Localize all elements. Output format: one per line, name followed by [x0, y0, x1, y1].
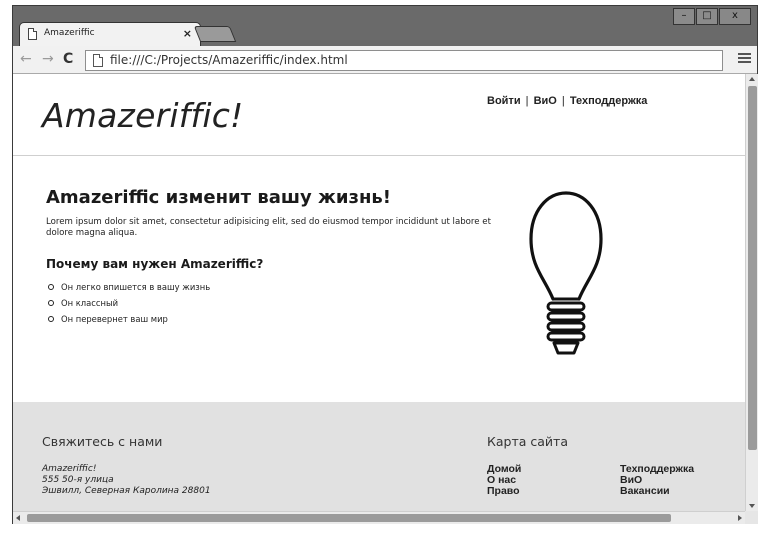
- maximize-button[interactable]: □: [696, 8, 718, 25]
- address-bar[interactable]: file:///C:/Projects/Amazeriffic/index.ht…: [85, 50, 723, 71]
- main-content: Amazeriffic изменит вашу жизнь! Lorem ip…: [13, 157, 745, 402]
- scroll-down-arrow-icon[interactable]: [749, 504, 755, 508]
- nav-separator: |: [561, 95, 565, 107]
- minimize-button[interactable]: –: [673, 8, 695, 25]
- site-header: Amazeriffic! Войти | ВиО | Техподдержка: [13, 74, 745, 156]
- contact-address: Amazeriffic! 555 50-я улица Эшвилл, Севе…: [42, 464, 211, 497]
- city-address: Эшвилл, Северная Каролина 28801: [42, 486, 211, 496]
- list-item: Он классный: [46, 295, 210, 311]
- browser-tab[interactable]: Amazeriffic ×: [19, 22, 201, 46]
- forward-arrow-icon[interactable]: →: [42, 51, 54, 67]
- vertical-scroll-thumb[interactable]: [748, 86, 757, 450]
- window-controls: – □ x: [673, 8, 751, 26]
- scrollbar-corner: [745, 511, 758, 524]
- page-icon: [93, 54, 103, 67]
- close-window-button[interactable]: x: [719, 8, 751, 25]
- list-item: Он перевернет ваш мир: [46, 311, 210, 327]
- browser-window: Amazeriffic × – □ x ← → C file:///C:/Pro…: [12, 5, 758, 524]
- reasons-list: Он легко впишется в вашу жизнь Он классн…: [46, 279, 210, 327]
- url-text[interactable]: file:///C:/Projects/Amazeriffic/index.ht…: [110, 53, 348, 67]
- street-address: 555 50-я улица: [42, 475, 114, 485]
- nav-link-faq[interactable]: ВиО: [534, 95, 557, 107]
- lightbulb-icon: [529, 191, 603, 355]
- scroll-up-arrow-icon[interactable]: [749, 77, 755, 81]
- lead-paragraph: Lorem ipsum dolor sit amet, consectetur …: [46, 217, 491, 238]
- nav-separator: |: [525, 95, 529, 107]
- sitemap-link-jobs[interactable]: Вакансии: [620, 486, 694, 497]
- site-footer: Свяжитесь с нами Amazeriffic! 555 50-я у…: [13, 402, 745, 511]
- horizontal-scrollbar[interactable]: [13, 511, 745, 524]
- sitemap-column: Техподдержка ВиО Вакансии: [620, 464, 694, 497]
- nav-link-support[interactable]: Техподдержка: [570, 95, 648, 107]
- new-tab-button[interactable]: [193, 26, 237, 42]
- sitemap-column: Домой О нас Право: [487, 464, 521, 497]
- vertical-scrollbar[interactable]: [745, 74, 758, 511]
- main-headline: Amazeriffic изменит вашу жизнь!: [46, 187, 391, 208]
- page-viewport: Amazeriffic! Войти | ВиО | Техподдержка …: [13, 74, 745, 511]
- scroll-left-arrow-icon[interactable]: [16, 515, 20, 521]
- reload-icon[interactable]: C: [63, 51, 73, 67]
- tab-close-icon[interactable]: ×: [183, 27, 192, 40]
- list-item: Он легко впишется в вашу жизнь: [46, 279, 210, 295]
- nav-link-login[interactable]: Войти: [487, 95, 521, 107]
- company-name: Amazeriffic!: [42, 464, 97, 474]
- hamburger-menu-icon[interactable]: [738, 53, 751, 65]
- contact-heading: Свяжитесь с нами: [42, 434, 163, 449]
- tab-title: Amazeriffic: [44, 28, 95, 38]
- why-heading: Почему вам нужен Amazeriffic?: [46, 257, 264, 271]
- back-arrow-icon[interactable]: ←: [20, 51, 32, 67]
- browser-toolbar: ← → C file:///C:/Projects/Amazeriffic/in…: [13, 46, 757, 74]
- scroll-right-arrow-icon[interactable]: [738, 515, 742, 521]
- top-nav: Войти | ВиО | Техподдержка: [487, 95, 647, 107]
- sitemap-link-legal[interactable]: Право: [487, 486, 521, 497]
- site-logo: Amazeriffic!: [42, 96, 244, 135]
- horizontal-scroll-thumb[interactable]: [27, 514, 671, 522]
- title-bar: Amazeriffic × – □ x: [13, 6, 757, 46]
- sitemap-heading: Карта сайта: [487, 434, 568, 449]
- page-icon: [28, 28, 37, 40]
